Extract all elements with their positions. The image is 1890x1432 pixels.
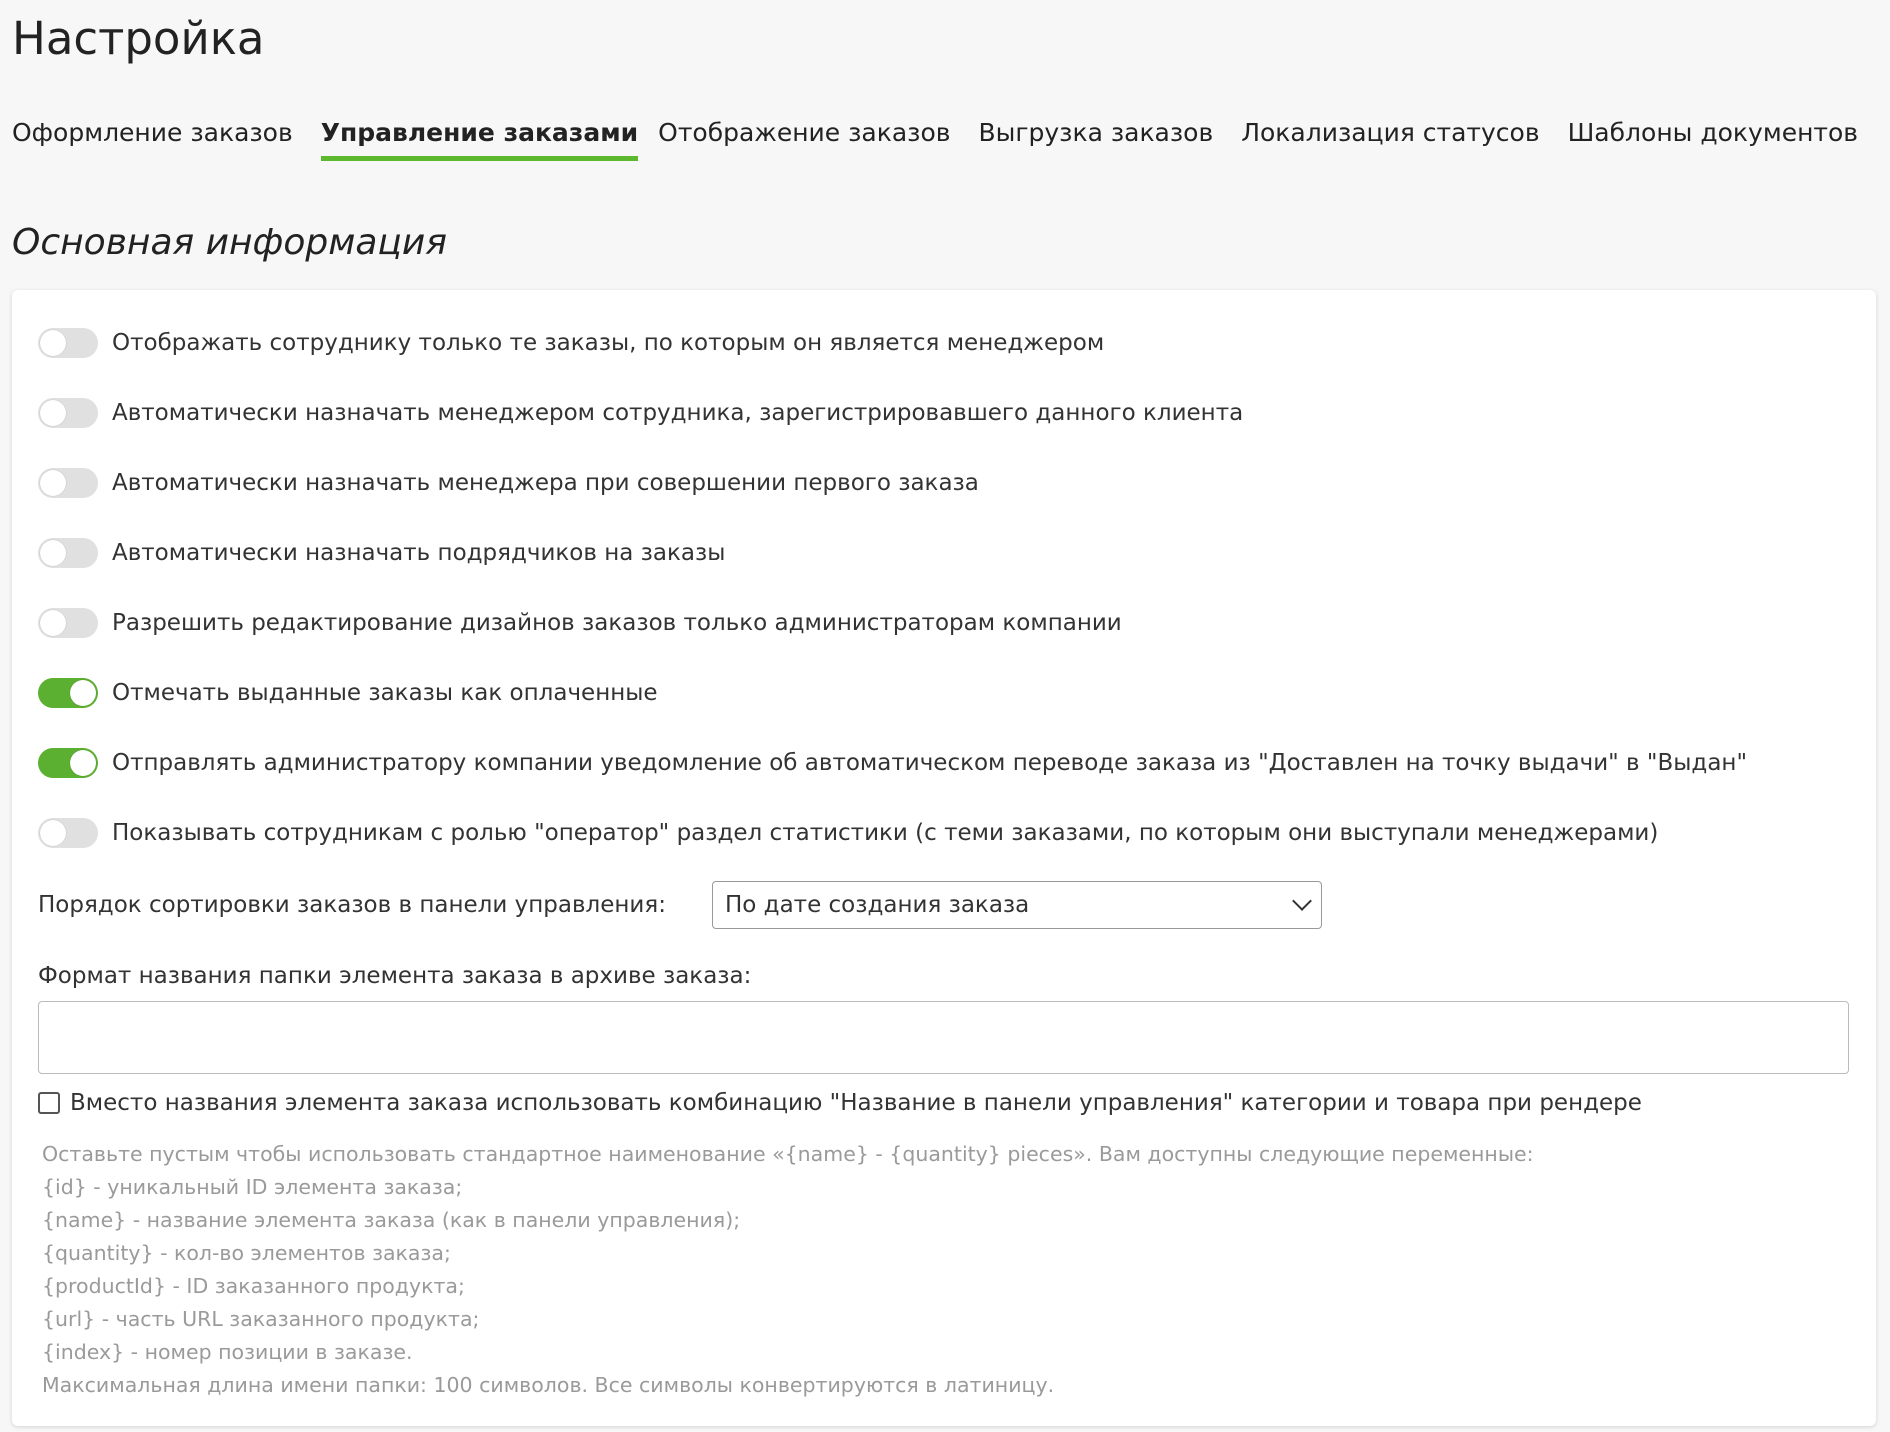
toggle-switch[interactable] <box>38 678 98 708</box>
folder-format-row: Формат названия папки элемента заказа в … <box>38 956 751 996</box>
toggle-switch[interactable] <box>38 608 98 638</box>
toggle-row: Показывать сотрудникам с ролью "оператор… <box>38 813 1658 853</box>
toggle-row: Автоматически назначать менеджером сотру… <box>38 393 1243 433</box>
help-line: {index} - номер позиции в заказе. <box>42 1340 413 1364</box>
sort-value: По дате создания заказа <box>725 892 1030 918</box>
toggle-label: Автоматически назначать менеджера при со… <box>112 470 979 496</box>
folder-format-label: Формат названия папки элемента заказа в … <box>38 963 752 989</box>
chevron-down-icon <box>1292 891 1312 911</box>
toggle-label: Отправлять администратору компании уведо… <box>112 750 1748 776</box>
toggle-label: Автоматически назначать подрядчиков на з… <box>112 540 726 566</box>
tab-order-design[interactable]: Оформление заказов <box>12 118 293 161</box>
toggle-label: Разрешить редактирование дизайнов заказо… <box>112 610 1122 636</box>
toggle-label: Показывать сотрудникам с ролью "оператор… <box>112 820 1659 846</box>
toggle-label: Отмечать выданные заказы как оплаченные <box>112 680 658 706</box>
toggle-switch[interactable] <box>38 748 98 778</box>
toggle-switch[interactable] <box>38 538 98 568</box>
toggle-row: Отправлять администратору компании уведо… <box>38 743 1747 783</box>
help-line: {url} - часть URL заказанного продукта; <box>42 1307 480 1331</box>
tab-order-display[interactable]: Отображение заказов <box>658 118 950 161</box>
help-line: {productId} - ID заказанного продукта; <box>42 1274 465 1298</box>
tab-status-localization[interactable]: Локализация статусов <box>1241 118 1539 161</box>
settings-card: Отображать сотруднику только те заказы, … <box>12 290 1876 1426</box>
toggle-row: Отображать сотруднику только те заказы, … <box>38 323 1104 363</box>
sort-order-select[interactable]: По дате создания заказа <box>712 881 1322 929</box>
toggle-switch[interactable] <box>38 328 98 358</box>
help-text: Оставьте пустым чтобы использовать станд… <box>42 1138 1534 1402</box>
tab-document-templates[interactable]: Шаблоны документов <box>1568 118 1858 161</box>
help-line: Оставьте пустым чтобы использовать станд… <box>42 1142 1534 1166</box>
checkbox-label: Вместо названия элемента заказа использо… <box>70 1090 1642 1116</box>
toggle-switch[interactable] <box>38 398 98 428</box>
toggle-row: Автоматически назначать подрядчиков на з… <box>38 533 725 573</box>
toggle-switch[interactable] <box>38 818 98 848</box>
tab-bar: Оформление заказов Управление заказами О… <box>12 118 1886 161</box>
help-line: {quantity} - кол-во элементов заказа; <box>42 1241 451 1265</box>
checkbox-row: Вместо названия элемента заказа использо… <box>38 1083 1642 1123</box>
toggle-row: Отмечать выданные заказы как оплаченные <box>38 673 658 713</box>
toggle-label: Автоматически назначать менеджером сотру… <box>112 400 1244 426</box>
sort-label: Порядок сортировки заказов в панели упра… <box>38 892 666 918</box>
sort-row: Порядок сортировки заказов в панели упра… <box>38 885 666 925</box>
toggle-label: Отображать сотруднику только те заказы, … <box>112 330 1105 356</box>
help-line: {name} - название элемента заказа (как в… <box>42 1208 741 1232</box>
section-title: Основная информация <box>12 222 447 263</box>
help-line: {id} - уникальный ID элемента заказа; <box>42 1175 463 1199</box>
toggle-switch[interactable] <box>38 468 98 498</box>
page-title: Настройка <box>12 12 265 65</box>
folder-format-input[interactable] <box>38 1001 1849 1074</box>
tab-order-export[interactable]: Выгрузка заказов <box>978 118 1213 161</box>
toggle-row: Разрешить редактирование дизайнов заказо… <box>38 603 1122 643</box>
help-line: Максимальная длина имени папки: 100 симв… <box>42 1373 1055 1397</box>
tab-order-management[interactable]: Управление заказами <box>320 118 639 161</box>
use-category-name-checkbox[interactable] <box>38 1092 60 1114</box>
toggle-row: Автоматически назначать менеджера при со… <box>38 463 979 503</box>
